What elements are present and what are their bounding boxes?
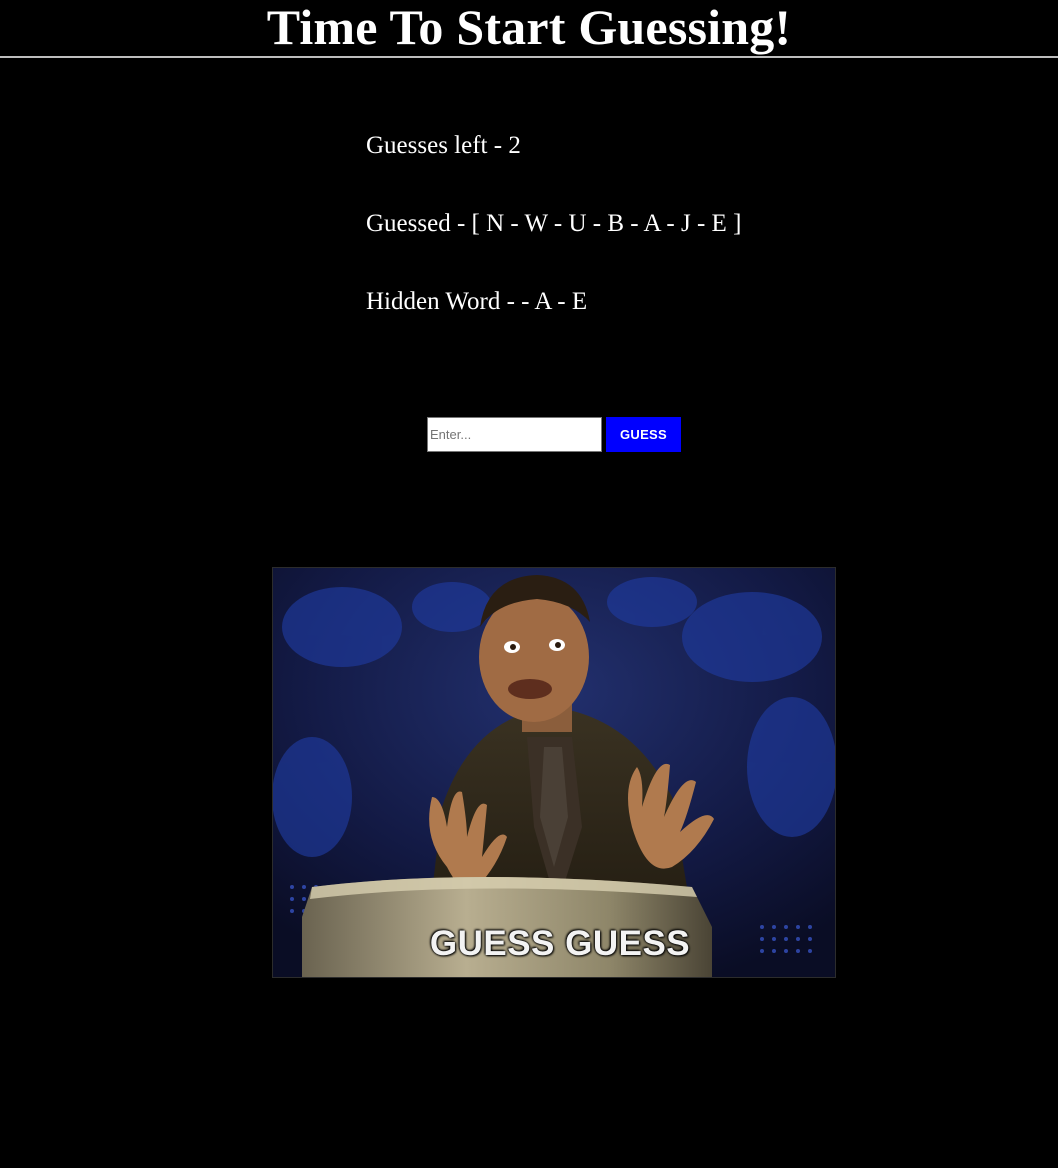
guessed-letters-text: Guessed - [ N - W - U - B - A - J - E ]	[366, 210, 742, 237]
page-title: Time To Start Guessing!	[266, 0, 792, 55]
guesses-left-text: Guesses left - 2	[366, 132, 521, 159]
gif-caption: GUESS GUESS	[429, 924, 691, 963]
page-header: Time To Start Guessing!	[0, 0, 1058, 58]
guess-input[interactable]	[427, 417, 602, 452]
guess-button[interactable]: GUESS	[606, 417, 681, 452]
gif-illustration	[272, 567, 836, 978]
guess-gif-image: GUESS GUESS	[272, 567, 836, 978]
hidden-word-text: Hidden Word - - A - E	[366, 288, 588, 315]
